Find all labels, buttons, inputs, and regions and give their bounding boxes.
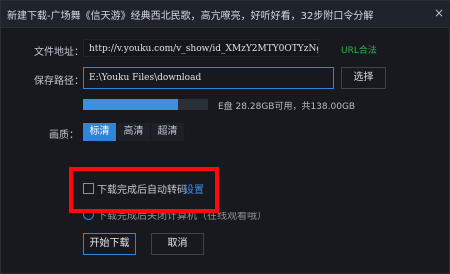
highlight-annotation-box: [69, 167, 219, 213]
download-dialog: 新建下载-广场舞《信天游》经典西北民歌，高亢嘹亮，好听好看，32步附口令分解 ×…: [0, 0, 450, 274]
close-icon[interactable]: ×: [431, 5, 447, 21]
quality-option-hd[interactable]: 高清: [117, 123, 151, 141]
quality-selector: 标清 高清 超清: [83, 123, 185, 141]
window-title: 新建下载-广场舞《信天游》经典西北民歌，高亢嘹亮，好听好看，32步附口令分解: [7, 11, 374, 22]
url-status-text: URL合法: [341, 46, 377, 56]
disk-space-text: E盘 28.28GB可用，共138.00GB: [218, 102, 356, 112]
url-label: 文件地址：: [34, 47, 84, 58]
title-bar: 新建下载-广场舞《信天游》经典西北民歌，高亢嘹亮，好听好看，32步附口令分解 ×: [1, 1, 450, 28]
start-download-button[interactable]: 开始下载: [83, 233, 136, 255]
quality-option-uhd[interactable]: 超清: [151, 123, 185, 141]
disk-usage-bar: [83, 99, 208, 110]
path-label: 保存路径：: [34, 76, 84, 87]
url-field[interactable]: http://v.youku.com/v_show/id_XMzY2MTY0OT…: [83, 39, 319, 57]
disk-usage-fill: [83, 99, 178, 110]
save-path-input[interactable]: E:\Youku Files\download: [83, 67, 334, 89]
choose-folder-button[interactable]: 选择: [341, 67, 386, 89]
quality-option-sd[interactable]: 标清: [83, 123, 117, 141]
quality-label: 画质：: [49, 130, 79, 141]
cancel-button[interactable]: 取消: [151, 233, 204, 255]
